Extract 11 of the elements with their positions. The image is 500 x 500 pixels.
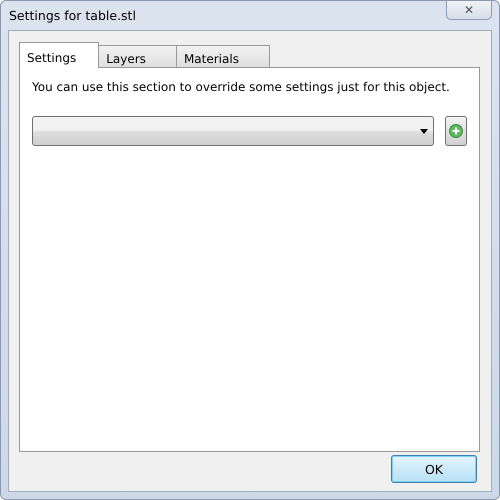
close-button[interactable]: ✕ bbox=[446, 1, 492, 20]
settings-dropdown[interactable] bbox=[32, 116, 434, 146]
plus-icon bbox=[449, 124, 463, 138]
tab[interactable]: Layers bbox=[98, 45, 177, 67]
window-title: Settings for table.stl bbox=[8, 8, 136, 23]
add-button[interactable] bbox=[445, 116, 467, 146]
tab[interactable]: Materials bbox=[176, 45, 270, 67]
description-text: You can use this section to override some settings just for this object. bbox=[32, 80, 451, 94]
tab[interactable]: Settings bbox=[19, 42, 100, 68]
ok-button[interactable]: OK bbox=[391, 455, 477, 483]
caret-icon bbox=[420, 128, 428, 134]
